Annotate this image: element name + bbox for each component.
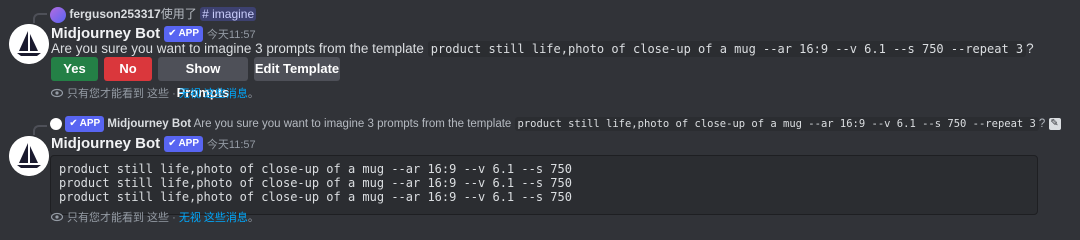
message-text: Are you sure you want to imagine 3 promp…: [51, 41, 424, 56]
eye-icon: [51, 212, 63, 222]
message-body: Are you sure you want to imagine 3 promp…: [51, 40, 1034, 58]
midjourney-sailboat-icon: [9, 24, 49, 64]
dismiss-link[interactable]: 无视 这些消息: [179, 88, 248, 100]
bot-avatar[interactable]: [9, 136, 49, 176]
dismiss-link[interactable]: 无视 这些消息: [179, 212, 248, 224]
message-header: Midjourney Bot ✔ APP 今天11:57: [51, 134, 256, 153]
prompt-line: product still life,photo of close-up of …: [59, 162, 572, 176]
reply-line[interactable]: ✔ APP Midjourney Bot Are you sure you wan…: [50, 116, 1061, 132]
reply-line[interactable]: ferguson253317使用了 # imagine: [50, 6, 257, 23]
prompt-line: product still life,photo of close-up of …: [59, 190, 572, 204]
slash-icon: #: [202, 7, 209, 21]
ephemeral-note: 只有您才能看到 这些 · 无视 这些消息。: [51, 210, 259, 224]
command-mention[interactable]: # imagine: [200, 7, 257, 21]
reply-author[interactable]: Midjourney Bot: [107, 118, 191, 130]
reply-code: product still life,photo of close-up of …: [514, 117, 1039, 132]
app-badge: ✔ APP: [164, 136, 204, 153]
ephemeral-end: 。: [247, 212, 259, 224]
author-name[interactable]: Midjourney Bot: [51, 135, 160, 152]
reply-username[interactable]: ferguson253317: [69, 7, 160, 21]
midjourney-sailboat-icon: [9, 136, 49, 176]
ephemeral-text: 只有您才能看到 这些 ·: [67, 88, 179, 100]
ephemeral-end: 。: [247, 88, 259, 100]
pencil-icon[interactable]: ✎: [1048, 118, 1061, 130]
reply-text: Are you sure you want to imagine 3 promp…: [193, 118, 512, 131]
show-prompts-button[interactable]: Show Prompts: [158, 57, 248, 100]
prompts-code-block: product still life,photo of close-up of …: [50, 155, 1038, 215]
eye-icon: [51, 88, 63, 98]
reply-user-avatar: [50, 6, 66, 23]
checkmark-icon: ✔: [69, 118, 78, 129]
bot-avatar[interactable]: [9, 24, 49, 64]
template-code: product still life,photo of close-up of …: [427, 41, 1027, 57]
yes-button[interactable]: Yes: [51, 57, 98, 81]
prompt-line: product still life,photo of close-up of …: [59, 176, 572, 190]
timestamp: 今天11:57: [206, 139, 256, 151]
reply-used-label: 使用了: [160, 7, 197, 21]
checkmark-icon: ✔: [168, 138, 177, 150]
reply-spine: [33, 125, 47, 135]
message-suffix: ?: [1026, 41, 1034, 56]
app-badge-label: APP: [79, 118, 101, 129]
ephemeral-text: 只有您才能看到 这些 ·: [67, 212, 179, 224]
reply-bot-avatar: [50, 118, 62, 130]
reply-suffix: ?: [1038, 118, 1046, 131]
edit-template-button[interactable]: Edit Template: [254, 57, 340, 81]
command-name: imagine: [212, 7, 255, 21]
reply-spine: [33, 13, 47, 23]
app-badge-label: APP: [178, 138, 200, 150]
no-button[interactable]: No: [104, 57, 152, 81]
app-badge: ✔ APP: [65, 116, 105, 132]
ephemeral-note: 只有您才能看到 这些 · 无视 这些消息。: [51, 86, 259, 100]
